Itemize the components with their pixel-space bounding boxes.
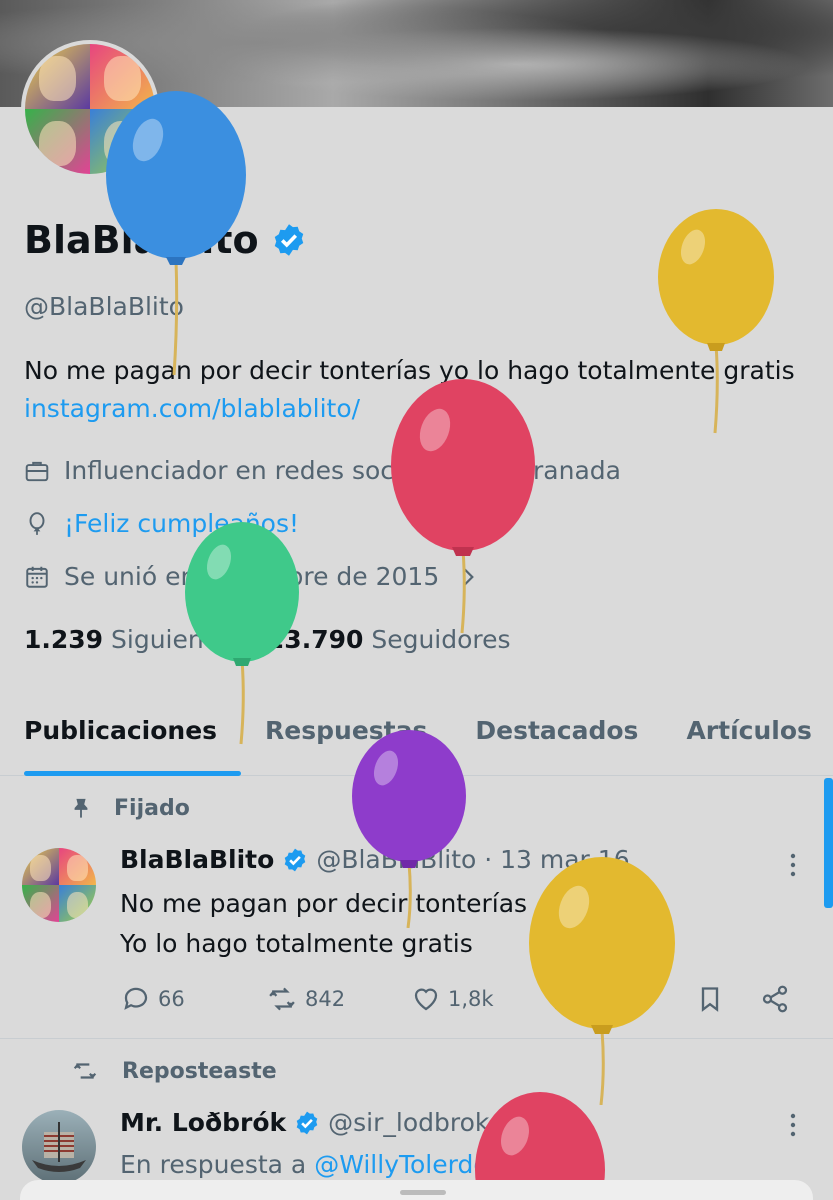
tweet-actions: 66 842 1,8k <box>120 984 810 1018</box>
joined-text: Se unió en diciembre de 2015 <box>64 562 440 591</box>
scrollbar[interactable] <box>824 778 833 908</box>
briefcase-icon <box>25 461 49 481</box>
profile-avatar[interactable] <box>21 40 159 178</box>
avatar-quadrant <box>25 109 90 174</box>
avatar-quadrant <box>22 848 59 885</box>
display-name-text: BlaBlaBlito <box>24 218 259 262</box>
sheet-grip[interactable] <box>400 1190 446 1195</box>
followers-count: 23.790 <box>266 625 364 654</box>
tweet-divider <box>0 1038 833 1039</box>
following-count: 1.239 <box>24 625 104 654</box>
tweet-avatar[interactable] <box>22 1110 96 1184</box>
repost-icon <box>73 1063 97 1079</box>
repost-count: 842 <box>305 987 346 1011</box>
repost-indicator: Reposteaste <box>70 1058 277 1084</box>
repost-icon <box>269 987 295 1011</box>
repost-label: Reposteaste <box>122 1058 277 1084</box>
verified-badge-icon <box>296 1111 318 1134</box>
profile-display-name: BlaBlaBlito <box>24 218 307 262</box>
tweet-handle-time: @BlaBlaBlito · 13 mar 16 <box>316 845 630 874</box>
tweet-line: No me pagan por decir tonterías <box>120 889 528 918</box>
tab-publicaciones[interactable]: Publicaciones <box>0 700 242 776</box>
avatar-quadrant <box>25 44 90 109</box>
more-icon[interactable] <box>790 1112 796 1138</box>
tweet-line: Yo lo hago totalmente gratis <box>120 929 473 958</box>
profile-stats: 1.239 Siguiendo 23.790 Seguidores <box>24 625 511 654</box>
tab-destacados[interactable]: Destacados <box>451 700 662 775</box>
profile-category: Influenciador en redes sociales <box>64 456 452 485</box>
calendar-icon <box>26 566 48 588</box>
views-icon[interactable] <box>550 984 580 1014</box>
tweet-header: Mr. Loðbrók @sir_lodbrok · 18h <box>120 1108 561 1137</box>
profile-category-row: Influenciador en redes sociales Granada <box>24 456 621 485</box>
balloon-icon <box>529 857 675 1105</box>
bio-text: No me pagan por decir tonterías yo lo ha… <box>24 356 795 385</box>
tweet-header: BlaBlaBlito @BlaBlaBlito · 13 mar 16 <box>120 845 630 874</box>
birthday-text[interactable]: ¡Feliz cumpleaños! <box>64 509 299 538</box>
profile-location: Granada <box>513 456 621 485</box>
ship-image <box>32 1122 86 1172</box>
avatar-quadrant <box>59 885 96 922</box>
following-label: Siguiendo <box>111 625 235 654</box>
avatar-quadrant <box>90 44 155 109</box>
chevron-right-icon <box>464 568 475 585</box>
profile-bio: No me pagan por decir tonterías yo lo ha… <box>24 352 814 428</box>
bookmark-icon[interactable] <box>696 984 724 1014</box>
tab-respuestas[interactable]: Respuestas <box>241 700 451 775</box>
share-icon[interactable] <box>760 984 790 1014</box>
tweet-avatar[interactable] <box>22 848 96 922</box>
profile-tabs: Publicaciones Respuestas Destacados Artí… <box>0 700 833 776</box>
avatar-quadrant <box>90 109 155 174</box>
like-button[interactable]: 1,8k <box>410 984 494 1014</box>
tab-articulos[interactable]: Artículos <box>662 700 833 775</box>
verified-badge-icon <box>285 848 306 871</box>
reply-button[interactable]: 66 <box>120 984 185 1014</box>
tweet-handle-time: @sir_lodbrok · 18h <box>328 1108 561 1137</box>
reply-prefix: En respuesta a <box>120 1150 307 1179</box>
reply-count: 66 <box>158 987 185 1011</box>
tweet-author-name[interactable]: BlaBlaBlito <box>120 845 274 874</box>
profile-birthday-row: ¡Feliz cumpleaños! <box>24 509 299 538</box>
profile-joined-row[interactable]: Se unió en diciembre de 2015 <box>24 562 481 591</box>
like-icon <box>414 988 438 1011</box>
location-pin-icon <box>478 459 496 482</box>
verified-badge-icon[interactable] <box>271 222 307 258</box>
balloon-icon <box>29 511 45 535</box>
reply-to-link[interactable]: @WillyTolerdoo <box>314 1150 504 1179</box>
like-count: 1,8k <box>448 987 494 1011</box>
pinned-indicator: Fijado <box>70 795 190 821</box>
more-icon[interactable] <box>790 852 796 878</box>
avatar-quadrant <box>22 885 59 922</box>
pin-icon <box>74 798 88 819</box>
profile-handle: @BlaBlaBlito <box>24 292 184 321</box>
tweet-author-name[interactable]: Mr. Loðbrók <box>120 1108 286 1137</box>
repost-button[interactable]: 842 <box>265 984 345 1014</box>
reply-icon <box>124 987 148 1010</box>
pinned-label: Fijado <box>114 795 190 821</box>
reply-context: En respuesta a @WillyTolerdoo <box>120 1150 504 1179</box>
bio-link[interactable]: instagram.com/blablablito/ <box>24 394 360 423</box>
following-stat[interactable]: 1.239 Siguiendo <box>24 625 235 654</box>
bottom-sheet[interactable] <box>20 1180 813 1200</box>
followers-label: Seguidores <box>371 625 511 654</box>
followers-stat[interactable]: 23.790 Seguidores <box>267 625 511 654</box>
avatar-quadrant <box>59 848 96 885</box>
tweet-text: No me pagan por decir tonterías Yo lo ha… <box>120 884 527 964</box>
